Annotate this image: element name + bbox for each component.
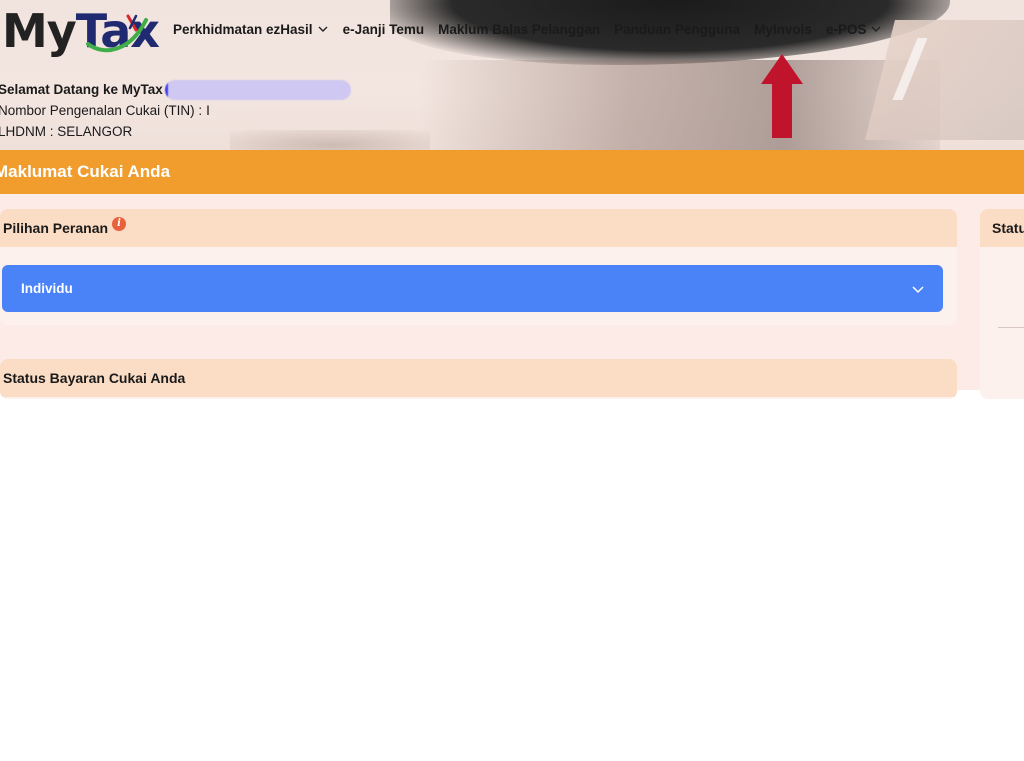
main-nav: Perkhidmatan ezHasil e-Janji Temu Maklum… (173, 18, 896, 40)
nav-item-myinvois[interactable]: MyInvois (754, 22, 812, 37)
payment-status-card: Status Bayaran Cukai Anda (0, 359, 957, 399)
logo-text-prefix: My (2, 4, 77, 58)
welcome-greeting: Selamat Datang ke MyTax (0, 82, 163, 97)
tin-value: I (206, 103, 210, 118)
nav-item-label: MyInvois (754, 21, 812, 37)
info-icon[interactable]: i (112, 217, 127, 231)
role-select-value: Individu (21, 281, 73, 296)
mytax-logo[interactable]: MyTax (2, 4, 160, 58)
right-status-title: Status (992, 220, 1024, 236)
payment-status-header: Status Bayaran Cukai Anda (0, 359, 957, 397)
nav-item-e-pos[interactable]: e-POS (826, 22, 883, 37)
lhdnm-branch: LHDNM : SELANGOR (0, 124, 133, 139)
nav-item-panduan-pengguna[interactable]: Panduan Pengguna (614, 22, 740, 37)
hero-background-shape (420, 60, 940, 150)
logo-swoosh-icon (86, 14, 148, 53)
section-banner: Maklumat Cukai Anda (0, 150, 1024, 194)
nav-item-label: e-Janji Temu (342, 21, 425, 37)
annotation-arrow-up-icon (761, 54, 803, 138)
chevron-down-icon (912, 285, 924, 293)
nav-item-e-janji-temu[interactable]: e-Janji Temu (343, 22, 425, 37)
role-card-header: Pilihan Peranan i (0, 209, 957, 247)
tin-label: Nombor Pengenalan Cukai (TIN) : (0, 103, 203, 118)
chevron-down-icon (318, 26, 328, 32)
nav-item-label: e-POS (825, 21, 867, 37)
nav-item-label: Perkhidmatan ezHasil (173, 21, 313, 37)
section-title: Maklumat Cukai Anda (0, 162, 171, 181)
nav-item-label: Panduan Pengguna (614, 21, 741, 37)
role-select[interactable]: Individu (2, 265, 943, 312)
nav-item-maklum-balas-pelanggan[interactable]: Maklum Balas Pelanggan (438, 22, 600, 37)
nav-item-perkhidmatan-ezhasil[interactable]: Perkhidmatan ezHasil (173, 22, 329, 37)
payment-status-title: Status Bayaran Cukai Anda (3, 370, 186, 386)
divider (998, 327, 1024, 328)
chevron-down-icon (871, 26, 881, 32)
nav-item-label: Maklum Balas Pelanggan (438, 21, 601, 37)
role-card-title: Pilihan Peranan (3, 220, 109, 236)
redacted-user-name (164, 79, 351, 100)
role-card: Pilihan Peranan i Individu (0, 209, 957, 325)
content-area: Pilihan Peranan i Individu Status Bayara… (0, 194, 1024, 399)
right-status-card: Status (980, 209, 1024, 399)
welcome-info: Selamat Datang ke MyTax Nombor Pengenala… (0, 79, 351, 142)
right-status-header: Status (980, 209, 1024, 247)
